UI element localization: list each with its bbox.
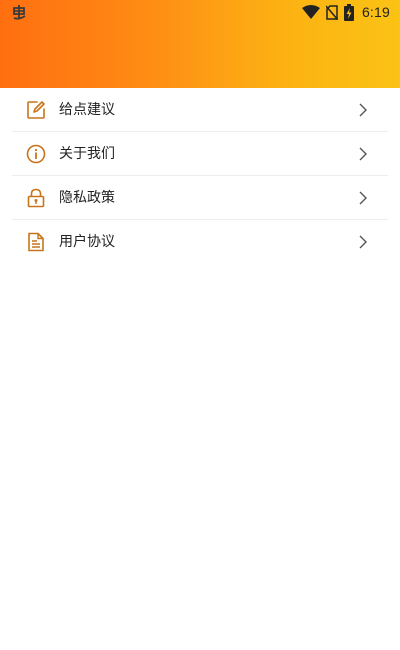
status-bar: 6:19 (0, 0, 400, 24)
menu-item-about-us[interactable]: 关于我们 (0, 132, 400, 176)
info-icon (26, 144, 46, 164)
chevron-right-icon (359, 235, 367, 249)
menu-item-feedback[interactable]: 给点建议 (0, 88, 400, 132)
lock-icon (27, 188, 45, 208)
settings-menu: 给点建议 关于我们 隐私政策 用户协议 (0, 88, 400, 264)
menu-item-label: 给点建议 (59, 102, 115, 118)
status-time: 6:19 (361, 4, 390, 20)
menu-item-label: 关于我们 (59, 146, 115, 162)
document-icon (28, 232, 44, 252)
menu-item-user-agreement[interactable]: 用户协议 (0, 220, 400, 264)
chevron-right-icon (359, 191, 367, 205)
chevron-right-icon (359, 147, 367, 161)
wifi-icon (301, 5, 320, 19)
chevron-right-icon (359, 103, 367, 117)
edit-icon (27, 101, 45, 119)
menu-item-privacy-policy[interactable]: 隐私政策 (0, 176, 400, 220)
menu-item-label: 隐私政策 (59, 190, 115, 206)
battery-charging-icon (343, 3, 354, 21)
bug-app-icon (13, 5, 26, 20)
menu-item-label: 用户协议 (59, 234, 115, 250)
no-sim-icon (325, 4, 338, 20)
